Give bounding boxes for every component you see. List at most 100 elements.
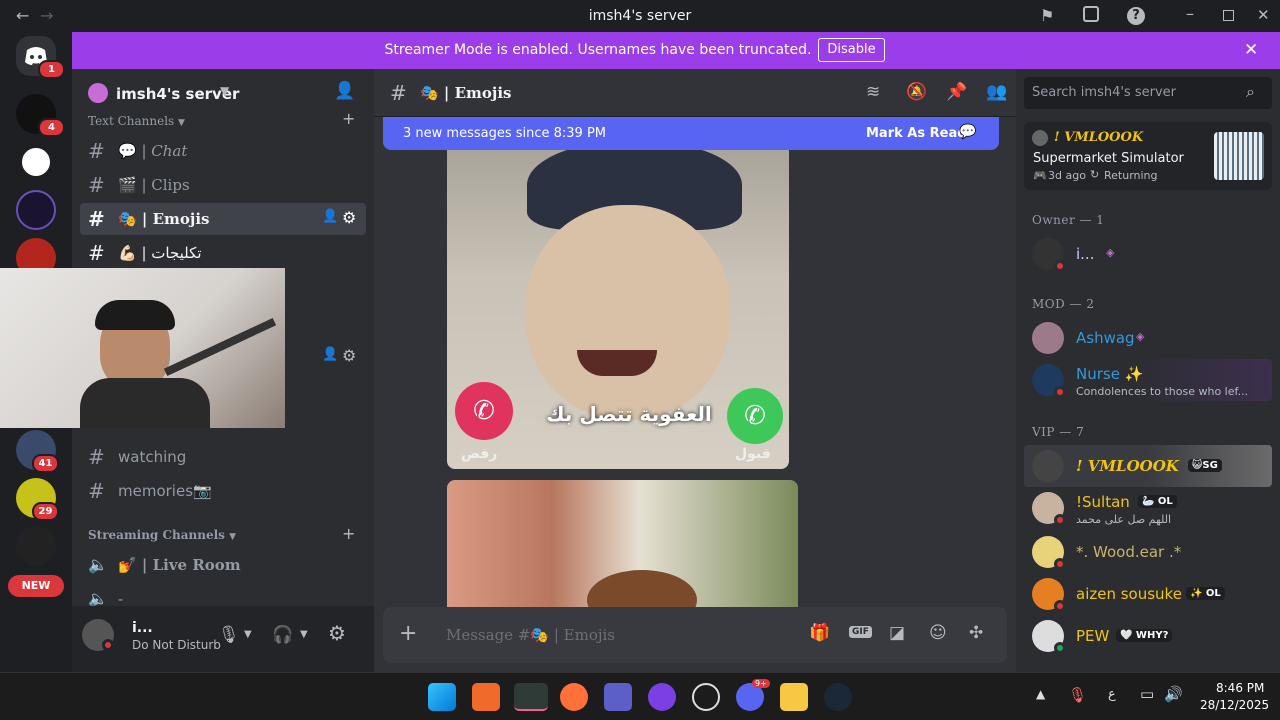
- member-item[interactable]: Nurse ✨ Condolences to those who lef...: [1024, 359, 1272, 401]
- close-window-icon[interactable]: ✕: [1257, 6, 1270, 24]
- image-attachment[interactable]: [447, 480, 798, 607]
- voice-live-room[interactable]: 🔈 💅 | Live Room: [80, 549, 366, 581]
- mic-arm: [163, 318, 277, 376]
- message-input[interactable]: Message #🎭 | Emojis: [446, 626, 615, 644]
- network-icon[interactable]: ▭: [1140, 685, 1154, 703]
- sticker-icon[interactable]: ◪: [889, 623, 905, 643]
- invite-people-icon[interactable]: 👤: [334, 81, 355, 101]
- channel-memories[interactable]: # memories📷: [80, 475, 366, 507]
- invite-icon[interactable]: 👤: [322, 209, 338, 224]
- member-item[interactable]: ! VMLOOOK 😺SG: [1024, 445, 1272, 487]
- head-shape: [587, 570, 697, 607]
- teams-icon[interactable]: [604, 683, 632, 711]
- app-icon[interactable]: [648, 683, 676, 711]
- user-settings-gear-icon[interactable]: ⚙: [328, 621, 346, 645]
- channel-label: watching: [118, 448, 187, 466]
- discord-home-icon[interactable]: 1: [16, 36, 65, 79]
- channel-emojis[interactable]: # 🎭 | Emojis 👤 ⚙: [80, 203, 366, 235]
- channel-arabic[interactable]: # 💪🏻 | تكليجات: [80, 237, 366, 269]
- app-icon[interactable]: [692, 683, 720, 711]
- guild-icon[interactable]: [16, 190, 56, 230]
- guild-tag: 😺SG: [1188, 459, 1222, 472]
- activity-game: Supermarket Simulator: [1033, 151, 1184, 166]
- inbox-flag-icon[interactable]: ⚑: [1040, 6, 1054, 25]
- member-item[interactable]: PEW 🤍 WHY?: [1024, 615, 1272, 657]
- gear-icon[interactable]: ⚙: [342, 208, 356, 227]
- headphones-icon[interactable]: 🎧: [272, 625, 293, 645]
- member-list-icon[interactable]: 👥: [986, 82, 1007, 102]
- member-name: Ashwag: [1076, 329, 1135, 347]
- gif-icon[interactable]: GIF: [849, 626, 872, 638]
- member-item[interactable]: aizen sousuke 1 ✨ OL: [1024, 573, 1272, 615]
- clock-date[interactable]: 28/12/2025: [1200, 698, 1269, 712]
- maximize-icon[interactable]: [1223, 10, 1234, 21]
- decline-call-icon: ✆: [455, 382, 513, 440]
- apps-icon[interactable]: ✣: [969, 623, 983, 643]
- mute-bell-icon[interactable]: 🔕: [906, 82, 927, 102]
- member-status: Condolences to those who lef...: [1076, 385, 1249, 398]
- invite-icon[interactable]: 👤: [322, 347, 338, 362]
- channel-emoji: 🎬: [118, 176, 137, 194]
- category-text-channels[interactable]: Text Channels ▼: [88, 114, 185, 128]
- user-status: Do Not Disturb: [132, 638, 221, 652]
- new-messages-bar[interactable]: 3 new messages since 8:39 PM Mark As Rea…: [383, 117, 999, 150]
- guild-icon[interactable]: [16, 142, 56, 182]
- member-item[interactable]: i... ◈: [1024, 233, 1272, 275]
- member-item[interactable]: *. Wood.ear .*: [1024, 531, 1272, 573]
- app-icon[interactable]: [514, 683, 548, 711]
- guild-tag: ✨ OL: [1186, 587, 1225, 600]
- language-indicator[interactable]: ع: [1108, 687, 1116, 702]
- guild-icon[interactable]: 4: [16, 94, 65, 137]
- help-icon[interactable]: ?: [1127, 7, 1145, 25]
- emoji-icon[interactable]: ☺: [929, 623, 947, 643]
- search-box[interactable]: Search imsh4's server ⌕: [1024, 77, 1272, 109]
- threads-icon[interactable]: ≋: [866, 82, 880, 102]
- add-channel-icon[interactable]: +: [342, 524, 355, 543]
- add-channel-icon[interactable]: +: [342, 109, 355, 128]
- dnd-status-dot: [102, 639, 114, 651]
- microphone-icon[interactable]: 🎙: [1068, 686, 1087, 704]
- image-attachment[interactable]: ✆ ✆ العفوية تتصل بك رفض قبول: [447, 150, 789, 469]
- steam-icon[interactable]: [824, 683, 852, 711]
- microphone-icon[interactable]: 🎙: [218, 625, 240, 645]
- disable-streamer-mode-button[interactable]: Disable: [818, 38, 885, 62]
- activity-card[interactable]: ! VMLOOOK Supermarket Simulator 🎮 3d ago…: [1024, 122, 1272, 190]
- category-streaming[interactable]: Streaming Channels ▼: [88, 528, 236, 542]
- gear-icon[interactable]: ⚙: [342, 346, 356, 365]
- close-banner-icon[interactable]: ✕: [1244, 40, 1258, 60]
- app-icon[interactable]: [472, 683, 500, 711]
- chevron-up-icon[interactable]: ▲: [1036, 687, 1045, 701]
- inbox-icon[interactable]: [1083, 6, 1099, 22]
- chevron-down-icon[interactable]: ▼: [300, 629, 308, 640]
- discord-taskbar-icon[interactable]: 9+: [736, 679, 770, 711]
- mark-as-read-button[interactable]: Mark As Read: [866, 126, 967, 141]
- member-item[interactable]: Ashwag ◈: [1024, 317, 1272, 359]
- search-icon[interactable]: ⌕: [1246, 82, 1255, 102]
- upload-plus-icon[interactable]: +: [399, 621, 417, 646]
- video-caption: العفوية تتصل بك: [546, 402, 712, 426]
- firefox-icon[interactable]: [560, 683, 588, 711]
- windows-start-icon[interactable]: [428, 683, 456, 711]
- channel-label: Live Room: [152, 556, 241, 574]
- member-name: aizen sousuke 1: [1076, 585, 1197, 603]
- channel-chat[interactable]: # 💬 | Chat: [80, 135, 366, 167]
- user-panel: i... Do Not Disturb 🎙 ▼ 🎧 ▼ ⚙: [72, 606, 374, 672]
- volume-icon[interactable]: 🔊: [1164, 685, 1183, 703]
- guild-icon[interactable]: [16, 526, 56, 566]
- channel-clips[interactable]: # 🎬 | Clips: [80, 169, 366, 201]
- gift-icon[interactable]: 🎁: [809, 623, 830, 643]
- minimize-icon[interactable]: –: [1186, 4, 1194, 23]
- new-badge[interactable]: NEW: [8, 575, 64, 597]
- channel-watching[interactable]: # watching: [80, 441, 366, 473]
- guild-icon[interactable]: 29: [16, 478, 59, 521]
- member-item[interactable]: !Sultan 🦢 OL اللهم صل على محمد: [1024, 487, 1272, 529]
- pin-icon[interactable]: 📌: [946, 82, 967, 102]
- chevron-down-icon[interactable]: ▼: [220, 84, 229, 98]
- guild-icon[interactable]: 41: [16, 430, 59, 473]
- chevron-down-icon[interactable]: ▼: [244, 629, 252, 640]
- file-explorer-icon[interactable]: [780, 683, 808, 711]
- clock-time[interactable]: 8:46 PM: [1216, 681, 1264, 695]
- message-composer[interactable]: + Message #🎭 | Emojis 🎁 GIF ◪ ☺ ✣: [383, 607, 1007, 663]
- hash-icon: #: [390, 81, 407, 105]
- search-input[interactable]: Search imsh4's server: [1032, 85, 1176, 100]
